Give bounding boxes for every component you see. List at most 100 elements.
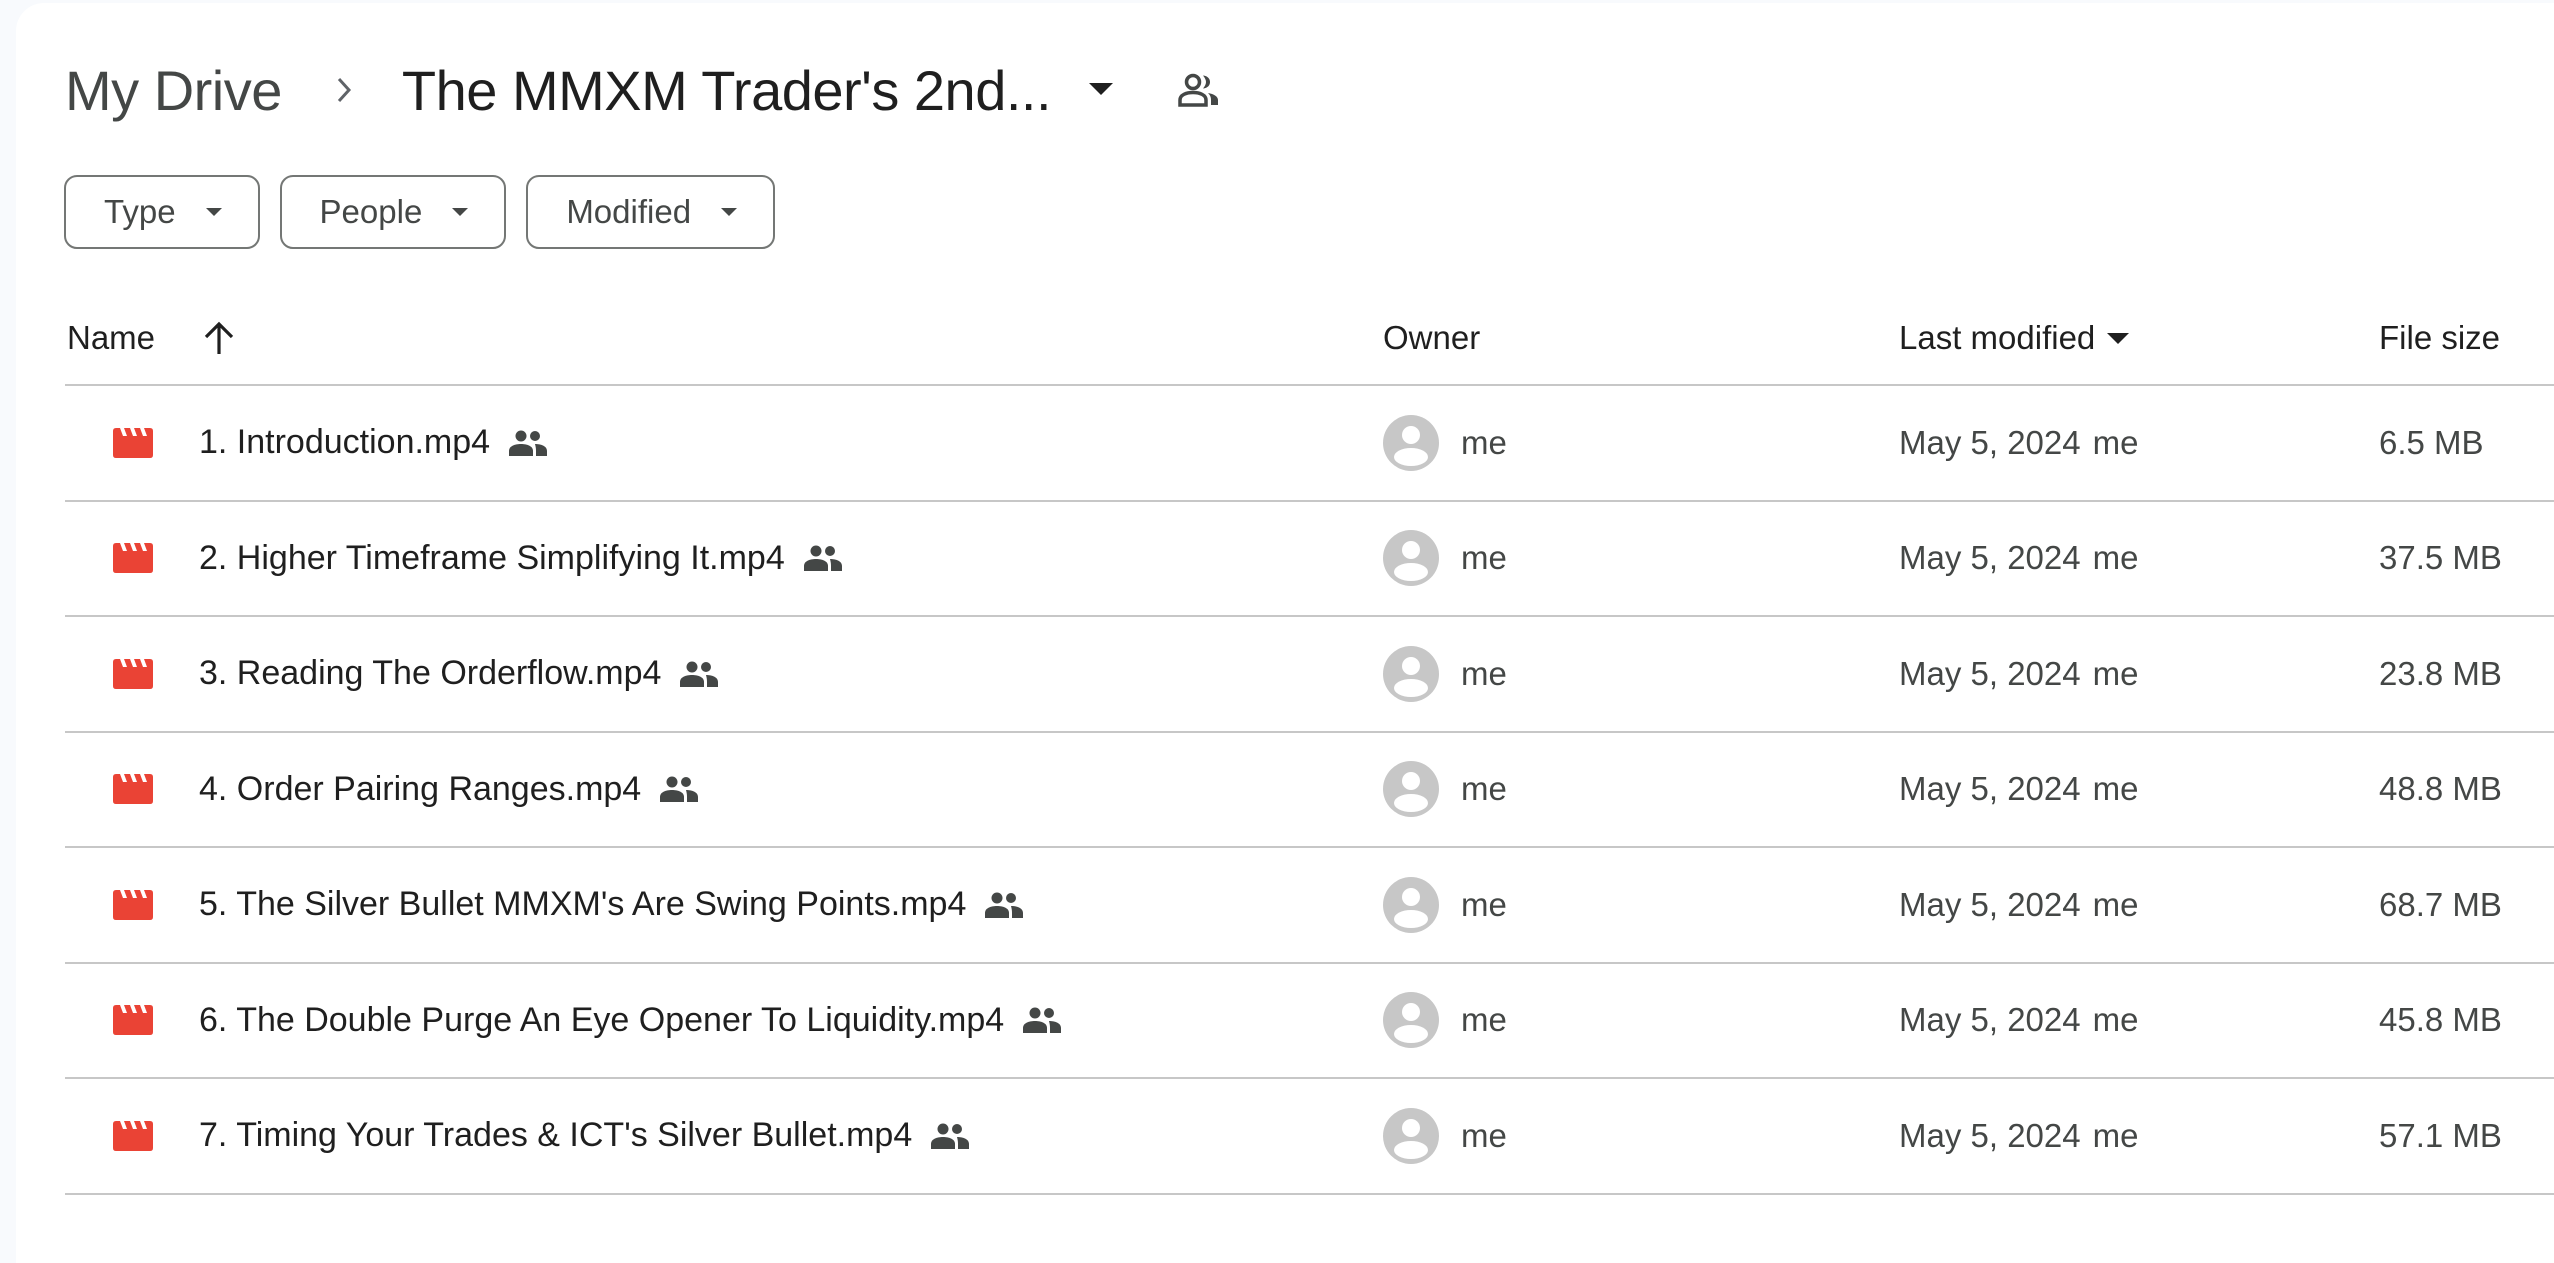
modified-by: me (2092, 654, 2139, 692)
last-modified-cell: May 5, 2024 me (1899, 848, 2138, 962)
name-cell: 6. The Double Purge An Eye Opener To Liq… (113, 964, 1062, 1078)
file-name[interactable]: 6. The Double Purge An Eye Opener To Liq… (199, 1001, 1004, 1040)
column-header-name-label: Name (67, 319, 156, 356)
table-row[interactable]: 4. Order Pairing Ranges.mp4 me May 5, 20… (65, 733, 2554, 848)
file-name[interactable]: 2. Higher Timeframe Simplifying It.mp4 (199, 539, 785, 578)
file-size: 57.1 MB (2379, 1116, 2502, 1154)
owner-cell: me (1383, 1079, 1507, 1193)
owner-name: me (1461, 1001, 1507, 1039)
avatar (1383, 992, 1439, 1049)
table-row[interactable]: 5. The Silver Bullet MMXM's Are Swing Po… (65, 848, 2554, 964)
name-cell: 5. The Silver Bullet MMXM's Are Swing Po… (113, 848, 1024, 962)
shared-people-icon (984, 890, 1024, 920)
file-size: 68.7 MB (2379, 885, 2502, 923)
file-size: 48.8 MB (2379, 770, 2502, 808)
file-name[interactable]: 1. Introduction.mp4 (199, 423, 490, 462)
last-modified-cell: May 5, 2024 me (1899, 1079, 2138, 1193)
file-name[interactable]: 5. The Silver Bullet MMXM's Are Swing Po… (199, 885, 966, 924)
table-row[interactable]: 1. Introduction.mp4 me May 5, 2024 me 6.… (65, 386, 2554, 502)
folder-actions-dropdown[interactable] (1071, 60, 1131, 120)
arrow-upward-icon[interactable] (201, 320, 237, 356)
video-file-icon (113, 1005, 153, 1036)
name-cell: 3. Reading The Orderflow.mp4 (113, 617, 719, 731)
shared-people-icon (930, 1121, 970, 1151)
modified-by: me (2092, 539, 2139, 577)
modified-date: May 5, 2024 (1899, 1116, 2081, 1154)
name-cell: 4. Order Pairing Ranges.mp4 (113, 733, 699, 847)
last-modified-cell: May 5, 2024 me (1899, 617, 2138, 731)
avatar (1383, 876, 1439, 933)
video-file-icon (113, 1120, 153, 1151)
shared-people-icon (659, 774, 699, 804)
file-size-cell: 6.5 MB (2379, 386, 2484, 500)
column-header-last-modified-label: Last modified (1899, 319, 2096, 356)
arrow-drop-down-icon (1089, 83, 1114, 95)
modified-date: May 5, 2024 (1899, 539, 2081, 577)
avatar (1383, 530, 1439, 587)
table-body: 1. Introduction.mp4 me May 5, 2024 me 6.… (65, 386, 2554, 1195)
shared-people-icon (508, 428, 548, 458)
file-size-cell: 68.7 MB (2379, 848, 2502, 962)
name-cell: 7. Timing Your Trades & ICT's Silver Bul… (113, 1079, 970, 1193)
video-file-icon (113, 774, 153, 805)
owner-name: me (1461, 423, 1507, 461)
owner-cell: me (1383, 733, 1507, 847)
arrow-drop-down-icon (2107, 332, 2130, 344)
owner-name: me (1461, 770, 1507, 808)
column-header-file-size-label: File size (2379, 319, 2501, 356)
modified-date: May 5, 2024 (1899, 423, 2081, 461)
file-list-table: Name Owner Last modified File size 1. In… (65, 300, 2554, 1195)
owner-cell: me (1383, 964, 1507, 1078)
file-size: 23.8 MB (2379, 654, 2502, 692)
modified-date: May 5, 2024 (1899, 885, 2081, 923)
video-file-icon (113, 889, 153, 920)
last-modified-cell: May 5, 2024 me (1899, 733, 2138, 847)
breadcrumb-my-drive[interactable]: My Drive (65, 58, 282, 123)
avatar (1383, 1107, 1439, 1164)
modified-date: May 5, 2024 (1899, 1001, 2081, 1039)
avatar (1383, 761, 1439, 818)
filter-people-chip[interactable]: People (279, 175, 507, 249)
shared-folder-button[interactable] (1169, 60, 1229, 120)
filter-type-label: Type (104, 193, 176, 230)
video-file-icon (113, 543, 153, 574)
arrow-drop-down-icon (452, 208, 469, 216)
filter-modified-chip[interactable]: Modified (526, 175, 776, 249)
breadcrumb-current-folder[interactable]: The MMXM Trader's 2nd... (402, 58, 1052, 123)
file-size: 6.5 MB (2379, 423, 2484, 461)
column-header-last-modified[interactable]: Last modified (1899, 318, 2130, 358)
owner-cell: me (1383, 617, 1507, 731)
shared-folder-people-icon (1178, 73, 1219, 107)
shared-people-icon (803, 543, 843, 573)
video-file-icon (113, 658, 153, 689)
avatar (1383, 645, 1439, 702)
owner-cell: me (1383, 502, 1507, 616)
shared-people-icon (1022, 1005, 1062, 1035)
modified-by: me (2092, 423, 2139, 461)
filter-type-chip[interactable]: Type (64, 175, 260, 249)
table-row[interactable]: 6. The Double Purge An Eye Opener To Liq… (65, 964, 2554, 1079)
table-row[interactable]: 2. Higher Timeframe Simplifying It.mp4 m… (65, 502, 2554, 617)
last-modified-cell: May 5, 2024 me (1899, 502, 2138, 616)
modified-by: me (2092, 1001, 2139, 1039)
arrow-drop-down-icon (205, 208, 222, 216)
modified-date: May 5, 2024 (1899, 654, 2081, 692)
column-header-name[interactable]: Name (67, 318, 237, 358)
filter-people-label: People (319, 193, 423, 230)
filter-modified-label: Modified (566, 193, 692, 230)
file-size-cell: 23.8 MB (2379, 617, 2502, 731)
column-header-file-size[interactable]: File size (2379, 318, 2500, 358)
table-row[interactable]: 7. Timing Your Trades & ICT's Silver Bul… (65, 1079, 2554, 1195)
file-name[interactable]: 3. Reading The Orderflow.mp4 (199, 654, 661, 693)
shared-people-icon (679, 659, 719, 689)
owner-cell: me (1383, 848, 1507, 962)
file-size: 45.8 MB (2379, 1001, 2502, 1039)
file-name[interactable]: 7. Timing Your Trades & ICT's Silver Bul… (199, 1116, 912, 1155)
owner-name: me (1461, 885, 1507, 923)
table-row[interactable]: 3. Reading The Orderflow.mp4 me May 5, 2… (65, 617, 2554, 733)
column-header-owner[interactable]: Owner (1383, 318, 1480, 358)
file-name[interactable]: 4. Order Pairing Ranges.mp4 (199, 770, 641, 809)
video-file-icon (113, 427, 153, 458)
chevron-right-icon (304, 75, 384, 105)
modified-by: me (2092, 885, 2139, 923)
